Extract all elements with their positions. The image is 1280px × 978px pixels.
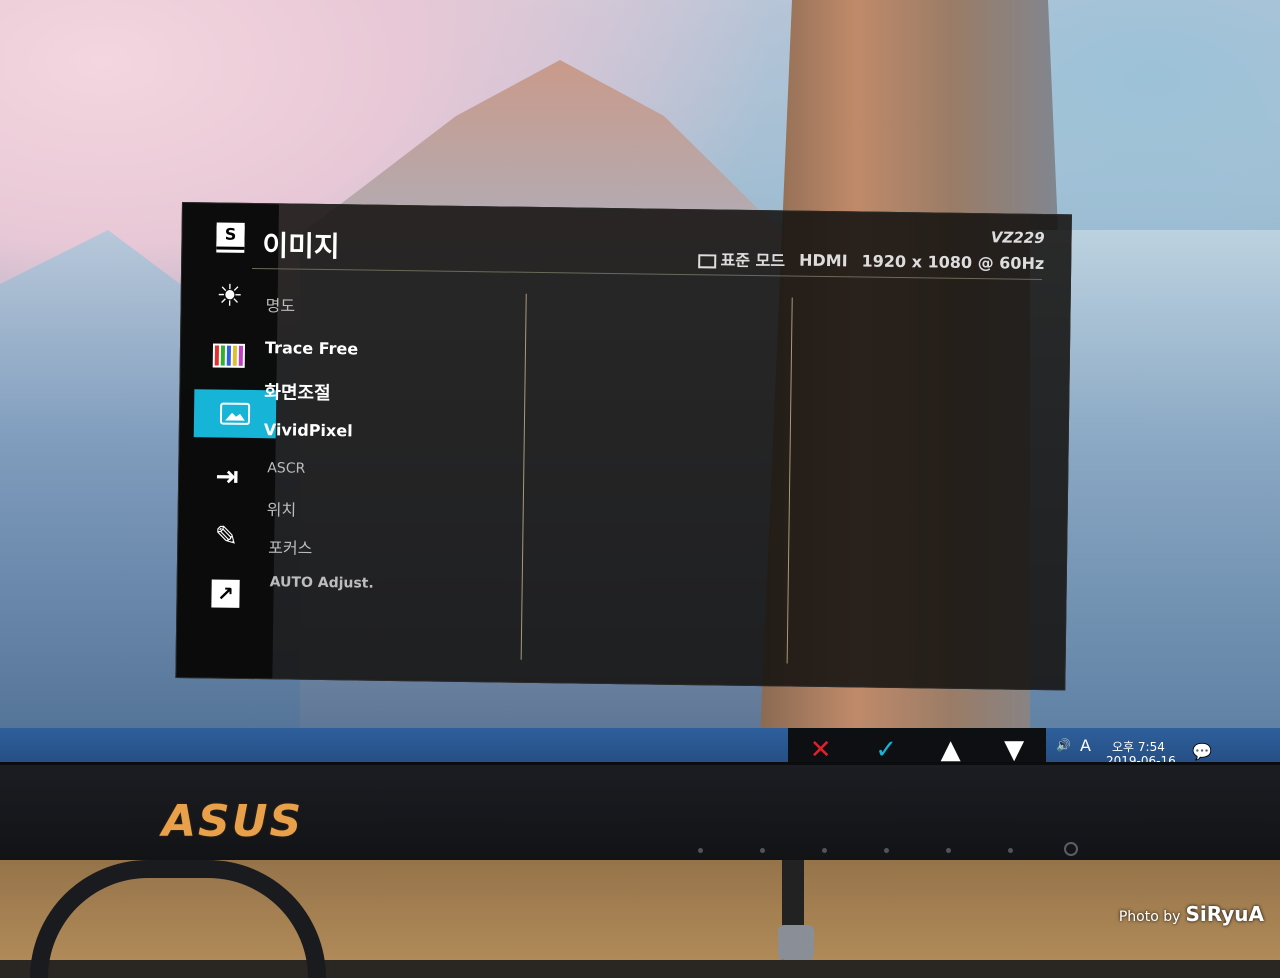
close-icon[interactable]: ✕ — [810, 735, 832, 765]
system-setup-icon[interactable]: ✎ — [192, 511, 261, 560]
bezel-button[interactable] — [946, 848, 951, 853]
column-divider-1 — [520, 293, 527, 660]
menu-item-brightness[interactable]: 명도 — [265, 292, 295, 316]
input-source: HDMI — [798, 250, 848, 270]
bezel-button[interactable] — [760, 848, 765, 853]
confirm-icon[interactable]: ✓ — [875, 735, 897, 765]
column-divider-2 — [786, 297, 793, 664]
bezel-button[interactable] — [698, 848, 703, 853]
bezel-button[interactable] — [1008, 848, 1013, 853]
menu-item-trace-free[interactable]: Trace Free — [265, 338, 359, 358]
volume-icon[interactable]: 🔊 — [1056, 738, 1071, 752]
monitor-icon — [698, 253, 717, 268]
menu-item-vividpixel[interactable]: VividPixel — [264, 420, 353, 440]
brand-logo: ASUS — [162, 796, 304, 847]
clock-time[interactable]: 오후 7:54 — [1112, 738, 1165, 755]
photo-watermark: Photo by SiRyuA — [1118, 902, 1264, 926]
bezel-button[interactable] — [822, 848, 827, 853]
osd-sidebar: S ☀ ⇥ ✎ ↗ — [176, 203, 279, 679]
monitor-screen: 🔊 A 오후 7:54 2019-06-16 💬 S ☀ ⇥ ✎ ↗ 이미지 V… — [0, 0, 1280, 770]
splendid-icon[interactable]: S — [196, 211, 265, 260]
menu-item-aspect-control[interactable]: 화면조절 — [264, 378, 331, 405]
bezel-button[interactable] — [884, 848, 889, 853]
bluelight-icon[interactable]: ☀ — [195, 271, 264, 320]
input-select-icon[interactable]: ⇥ — [193, 451, 262, 500]
down-arrow-icon[interactable]: ▼ — [1004, 735, 1024, 765]
cable-connector — [778, 925, 814, 960]
osd-title: 이미지 — [262, 229, 340, 264]
osd-status-bar: 표준 모드 HDMI 1920 x 1080 @ 60Hz — [698, 246, 1044, 275]
shortcut-icon[interactable]: ↗ — [191, 569, 260, 618]
notification-icon[interactable]: 💬 — [1192, 742, 1212, 761]
up-arrow-icon[interactable]: ▲ — [941, 735, 961, 765]
mode-indicator: 표준 모드 — [698, 246, 785, 271]
menu-item-focus[interactable]: 포커스 — [268, 534, 313, 559]
ime-indicator[interactable]: A — [1080, 736, 1091, 755]
osd-menu: S ☀ ⇥ ✎ ↗ 이미지 VZ229 표준 모드 HDMI 1920 x 10… — [175, 202, 1072, 691]
resolution-readout: 1920 x 1080 @ 60Hz — [861, 250, 1045, 273]
color-icon[interactable] — [195, 331, 264, 380]
menu-item-ascr[interactable]: ASCR — [267, 460, 305, 477]
menu-item-auto-adjust[interactable]: AUTO Adjust. — [270, 574, 374, 591]
menu-item-position[interactable]: 위치 — [267, 496, 297, 520]
monitor-model: VZ229 — [990, 228, 1045, 248]
power-icon[interactable] — [1064, 842, 1078, 856]
